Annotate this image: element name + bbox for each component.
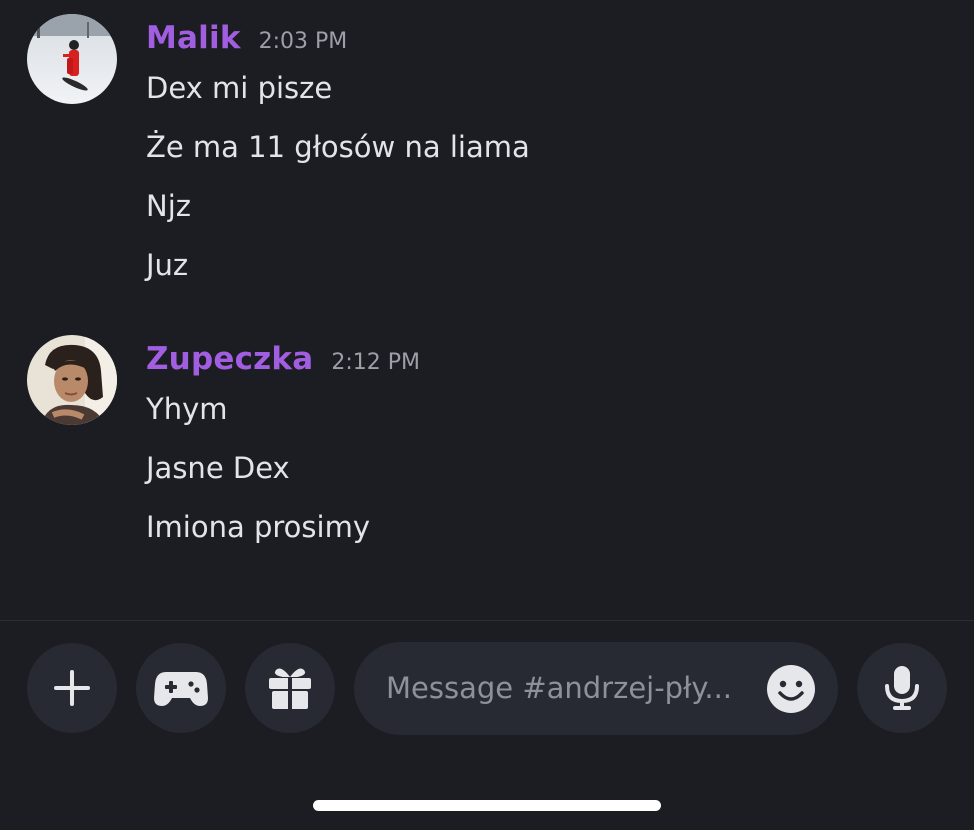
timestamp: 2:03 PM (258, 29, 348, 54)
message-placeholder: Message #andrzej-pły... (386, 671, 733, 705)
gamepad-icon (154, 672, 208, 706)
voice-message-button[interactable] (857, 643, 947, 733)
message-text: Jasne Dex (146, 451, 290, 485)
author-name[interactable]: Zupeczka (146, 341, 313, 377)
microphone-icon (885, 666, 919, 710)
message-list: Malik 2:03 PM Dex mi pisze Że ma 11 głosó… (0, 0, 974, 620)
message-text: Juz (146, 248, 189, 282)
message-header: Zupeczka 2:12 PM (146, 341, 420, 377)
home-indicator[interactable] (313, 800, 661, 811)
activities-button[interactable] (136, 643, 226, 733)
message-input[interactable]: Message #andrzej-pły... (354, 642, 838, 735)
avatar[interactable] (27, 14, 117, 104)
timestamp: 2:12 PM (331, 350, 420, 375)
attach-button[interactable] (27, 643, 117, 733)
gift-button[interactable] (245, 643, 335, 733)
message-header: Malik 2:03 PM (146, 20, 347, 56)
avatar[interactable] (27, 335, 117, 425)
message-text: Że ma 11 głosów na liama (146, 130, 530, 164)
message-text: Yhym (146, 392, 228, 426)
plus-icon (54, 670, 90, 706)
message-text: Imiona prosimy (146, 510, 370, 544)
message-text: Njz (146, 189, 191, 223)
message-text: Dex mi pisze (146, 71, 333, 105)
gift-icon (269, 668, 311, 709)
author-name[interactable]: Malik (146, 20, 241, 56)
composer-divider (0, 620, 974, 621)
emoji-icon[interactable] (766, 664, 816, 714)
